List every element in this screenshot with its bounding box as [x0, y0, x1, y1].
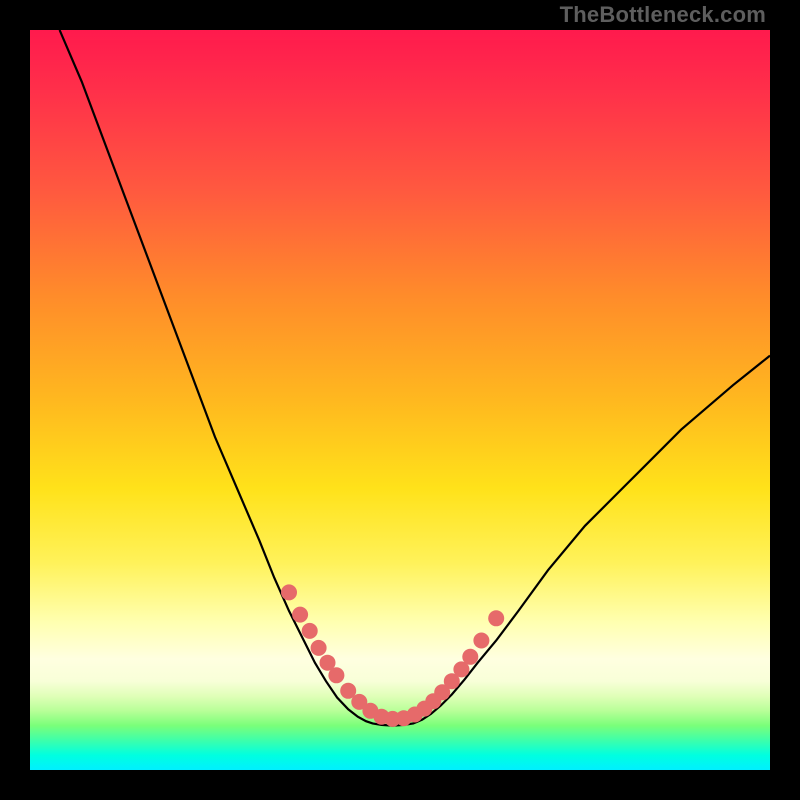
bottleneck-curve — [60, 30, 770, 726]
bottleneck-curve-path — [60, 30, 770, 726]
chart-frame — [30, 30, 770, 770]
chart-overlay — [30, 30, 770, 770]
data-points — [281, 584, 504, 727]
data-point — [473, 633, 489, 649]
data-point — [311, 640, 327, 656]
data-point — [462, 649, 478, 665]
data-point — [488, 610, 504, 626]
data-point — [292, 607, 308, 623]
data-point — [281, 584, 297, 600]
watermark-text: TheBottleneck.com — [560, 2, 766, 28]
data-point — [302, 623, 318, 639]
data-point — [328, 667, 344, 683]
